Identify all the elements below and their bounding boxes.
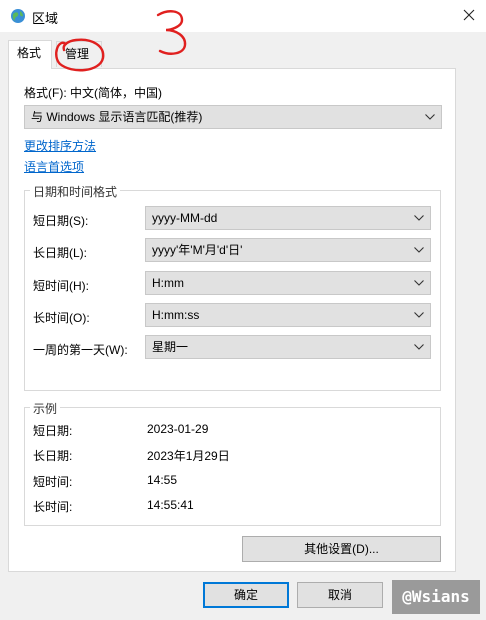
example-group-title: 示例 — [30, 400, 61, 417]
long-date-value: yyyy'年'M'月'd'日' — [152, 243, 243, 257]
short-time-label: 短时间(H): — [33, 279, 89, 293]
chevron-down-icon — [425, 106, 435, 128]
short-date-value: yyyy-MM-dd — [152, 211, 218, 225]
first-day-of-week-value: 星期一 — [152, 340, 189, 354]
window-title: 区域 — [32, 11, 59, 26]
short-date-label: 短日期(S): — [33, 214, 89, 228]
watermark: @Wsians — [392, 580, 480, 614]
chevron-down-icon — [414, 272, 424, 294]
format-select[interactable]: 与 Windows 显示语言匹配(推荐) — [24, 105, 442, 129]
title-bar: 区域 — [0, 0, 486, 32]
first-day-of-week-select[interactable]: 星期一 — [145, 335, 431, 359]
format-select-value: 与 Windows 显示语言匹配(推荐) — [31, 110, 203, 124]
example-group — [24, 407, 441, 526]
short-date-select[interactable]: yyyy-MM-dd — [145, 206, 431, 230]
long-time-label: 长时间(O): — [33, 311, 90, 325]
chevron-down-icon — [414, 336, 424, 358]
long-date-select[interactable]: yyyy'年'M'月'd'日' — [145, 238, 431, 262]
example-short-date-label: 短日期: — [33, 424, 73, 438]
long-time-value: H:mm:ss — [152, 308, 200, 322]
example-long-date-value: 2023年1月29日 — [147, 449, 230, 463]
long-date-label: 长日期(L): — [33, 246, 88, 260]
format-label: 格式(F): 中文(简体，中国) — [24, 86, 162, 100]
close-icon[interactable] — [452, 0, 486, 30]
language-preferences-link[interactable]: 语言首选项 — [24, 158, 84, 175]
globe-icon — [10, 8, 26, 24]
example-long-time-value: 14:55:41 — [147, 498, 194, 512]
short-time-select[interactable]: H:mm — [145, 271, 431, 295]
ok-button[interactable]: 确定 — [203, 582, 289, 608]
first-day-of-week-label: 一周的第一天(W): — [33, 343, 128, 357]
example-short-time-label: 短时间: — [33, 475, 73, 489]
short-time-value: H:mm — [152, 276, 184, 290]
example-short-date-value: 2023-01-29 — [147, 422, 209, 436]
tab-format[interactable]: 格式 — [8, 40, 52, 69]
datetime-group-title: 日期和时间格式 — [30, 183, 121, 200]
example-short-time-value: 14:55 — [147, 473, 178, 487]
chevron-down-icon — [414, 304, 424, 326]
tab-manage[interactable]: 管理 — [56, 41, 102, 67]
chevron-down-icon — [414, 239, 424, 261]
chevron-down-icon — [414, 207, 424, 229]
example-long-date-label: 长日期: — [33, 449, 73, 463]
long-time-select[interactable]: H:mm:ss — [145, 303, 431, 327]
change-sort-link[interactable]: 更改排序方法 — [24, 137, 96, 154]
tab-panel-format: 格式(F): 中文(简体，中国) 与 Windows 显示语言匹配(推荐) 更改… — [8, 68, 456, 572]
other-settings-button[interactable]: 其他设置(D)... — [242, 536, 441, 562]
example-long-time-label: 长时间: — [33, 500, 73, 514]
cancel-button[interactable]: 取消 — [297, 582, 383, 608]
